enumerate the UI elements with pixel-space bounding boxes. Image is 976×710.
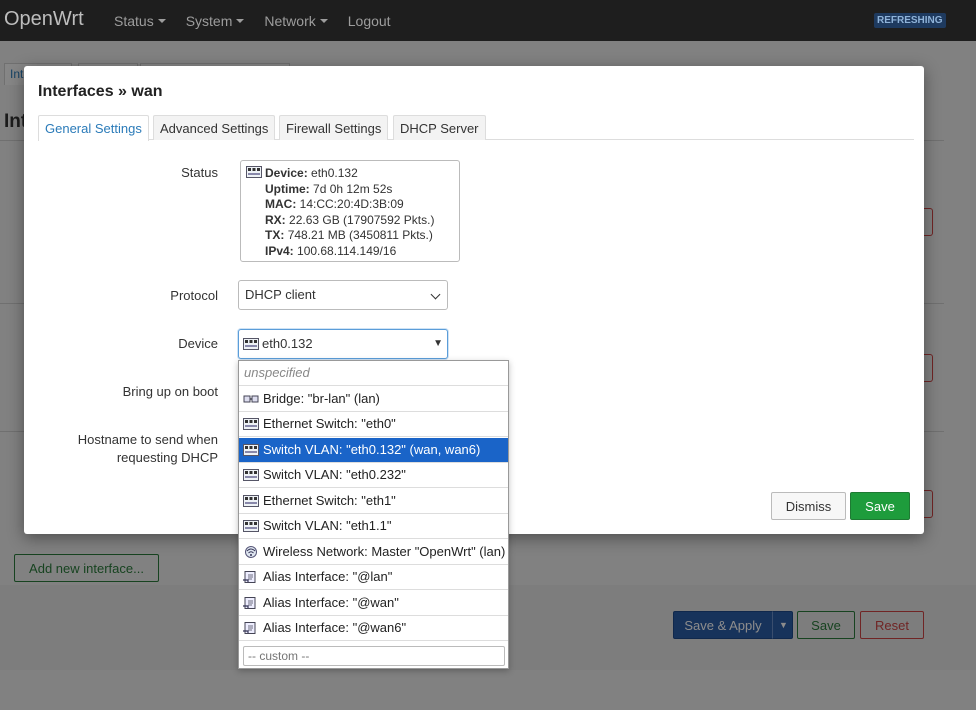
device-select[interactable]: eth0.132 ▼ — [238, 329, 448, 359]
ethernet-switch-icon — [243, 418, 259, 430]
status-box: Device: eth0.132 Uptime: 7d 0h 12m 52s M… — [240, 160, 460, 262]
device-label: Device — [178, 336, 218, 351]
boot-label: Bring up on boot — [122, 384, 218, 399]
status-label: Status — [181, 165, 218, 180]
dropdown-option[interactable]: Ethernet Switch: "eth1" — [239, 489, 508, 514]
modal-title: Interfaces » wan — [38, 83, 163, 100]
dismiss-button[interactable]: Dismiss — [771, 492, 846, 520]
status-details: Device: eth0.132 Uptime: 7d 0h 12m 52s M… — [265, 166, 435, 258]
dropdown-option[interactable]: Bridge: "br-lan" (lan) — [239, 387, 508, 412]
alias-icon — [243, 622, 259, 634]
bridge-icon — [243, 393, 259, 405]
alias-icon — [243, 571, 259, 583]
tab-firewall-settings[interactable]: Firewall Settings — [279, 115, 389, 140]
triangle-down-icon: ▼ — [433, 338, 443, 349]
dropdown-option[interactable]: Wireless Network: Master "OpenWrt" (lan) — [239, 540, 508, 565]
save-button[interactable]: Save — [850, 492, 910, 520]
tab-advanced-settings[interactable]: Advanced Settings — [153, 115, 276, 140]
dropdown-option[interactable]: Switch VLAN: "eth0.232" — [239, 463, 508, 488]
dropdown-option[interactable]: Alias Interface: "@wan" — [239, 591, 508, 616]
menu-status[interactable]: Status — [114, 13, 166, 29]
caret-down-icon — [236, 19, 245, 23]
tab-dhcp-server[interactable]: DHCP Server — [393, 115, 486, 140]
dropdown-option[interactable]: Ethernet Switch: "eth0" — [239, 412, 508, 437]
dropdown-option[interactable]: Switch VLAN: "eth1.1" — [239, 514, 508, 539]
chevron-down-icon — [430, 289, 441, 300]
ethernet-switch-icon — [243, 443, 259, 456]
dropdown-option[interactable]: Alias Interface: "@lan" — [239, 565, 508, 590]
protocol-select[interactable]: DHCP client — [238, 280, 448, 310]
device-dropdown-list: unspecified Bridge: "br-lan" (lan) Ether… — [238, 360, 509, 669]
menu-logout[interactable]: Logout — [348, 13, 391, 29]
menu-system[interactable]: System — [186, 13, 245, 29]
caret-down-icon — [319, 19, 328, 23]
ethernet-switch-icon — [243, 469, 259, 481]
custom-device-input[interactable] — [243, 646, 505, 666]
dropdown-option[interactable]: unspecified — [239, 361, 508, 386]
tab-general-settings[interactable]: General Settings — [38, 115, 149, 141]
ethernet-switch-icon — [243, 338, 259, 350]
ethernet-switch-icon — [246, 166, 262, 178]
menu-network[interactable]: Network — [264, 13, 328, 29]
wifi-icon — [243, 545, 259, 558]
ethernet-switch-icon — [243, 520, 259, 532]
top-navbar: OpenWrt Status System Network Logout REF… — [0, 0, 976, 41]
main-menu: Status System Network Logout — [114, 13, 411, 29]
protocol-label: Protocol — [170, 288, 218, 303]
caret-down-icon — [157, 19, 166, 23]
hostname-label: Hostname to send when requesting DHCP — [77, 432, 218, 465]
refreshing-indicator[interactable]: REFRESHING — [874, 13, 946, 28]
alias-icon — [243, 596, 259, 609]
ethernet-switch-icon — [243, 494, 259, 507]
dropdown-option[interactable]: Alias Interface: "@wan6" — [239, 616, 508, 641]
brand-logo[interactable]: OpenWrt — [4, 8, 84, 31]
modal-tabs: General Settings Advanced Settings Firew… — [38, 115, 914, 141]
dropdown-option-selected[interactable]: Switch VLAN: "eth0.132" (wan, wan6) — [239, 437, 508, 463]
